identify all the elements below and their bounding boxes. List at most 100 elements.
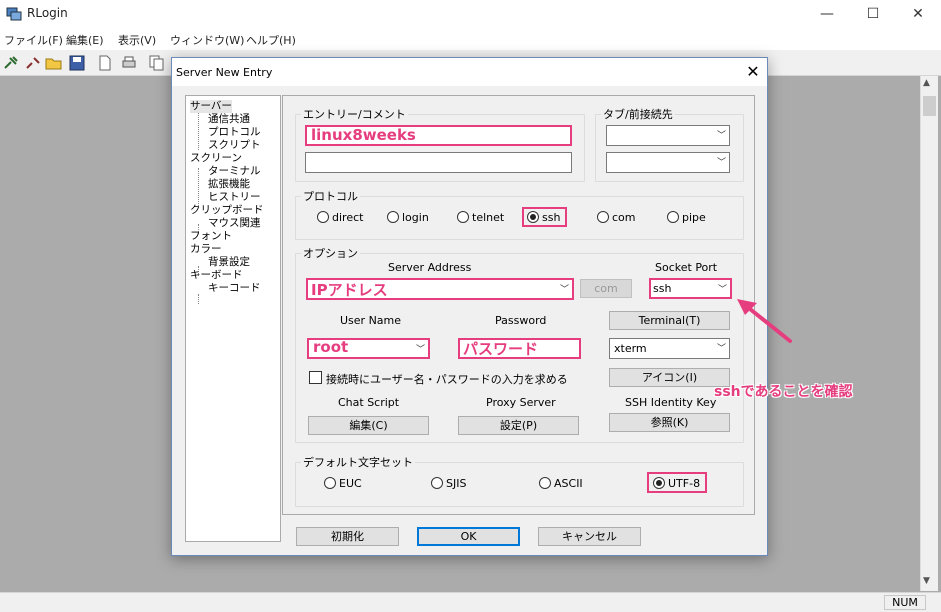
protocol-radio-pipe[interactable]: pipe <box>667 211 706 224</box>
charset-radio-euc[interactable]: EUC <box>324 477 362 490</box>
server-address-combo[interactable]: IPアドレス ﹀ <box>306 278 574 300</box>
tree-item-keycode[interactable]: キーコード <box>190 282 264 295</box>
entry-comment-input[interactable] <box>305 152 572 173</box>
tree-item-mouse[interactable]: マウス関連 <box>190 217 264 230</box>
rlogin-app-icon <box>6 6 22 22</box>
menu-view[interactable]: 表示(V) <box>118 32 156 48</box>
server-settings-panel: エントリー/コメント linux8weeks タブ/前接続先 ﹀ ﹀ プロトコル… <box>282 95 755 515</box>
protocol-radio-ssh[interactable]: ssh <box>522 207 567 227</box>
prompt-credentials-label: 接続時にユーザー名・パスワードの入力を求める <box>326 373 568 386</box>
status-num-indicator: NUM <box>884 595 926 610</box>
disconnect-icon[interactable] <box>24 54 42 72</box>
charset-group-label: デフォルト文字セット <box>301 454 415 470</box>
radio-label: ASCII <box>554 477 583 490</box>
copy-icon[interactable] <box>148 54 166 72</box>
dialog-close-button[interactable]: ✕ <box>742 62 764 82</box>
charset-radio-utf8[interactable]: UTF-8 <box>647 472 707 493</box>
terminal-button[interactable]: Terminal(T) <box>609 311 730 330</box>
terminal-type-value: xterm <box>614 342 647 355</box>
terminal-type-combo[interactable]: xterm ﹀ <box>609 338 730 359</box>
radio-label: com <box>612 211 636 224</box>
com-button[interactable]: com <box>580 279 632 298</box>
entry-group-label: エントリー/コメント <box>301 106 408 122</box>
open-folder-icon[interactable] <box>45 54 63 72</box>
statusbar <box>0 592 941 612</box>
init-button[interactable]: 初期化 <box>296 527 399 546</box>
chevron-down-icon: ﹀ <box>717 285 727 295</box>
tree-item-clipboard[interactable]: クリップボード <box>190 204 264 217</box>
chat-script-edit-button[interactable]: 編集(C) <box>308 416 429 435</box>
chevron-down-icon: ﹀ <box>559 285 569 295</box>
scroll-down-icon[interactable]: ▼ <box>923 576 930 586</box>
tree-item-keyboard[interactable]: キーボード <box>190 269 264 282</box>
tree-item-protocol[interactable]: プロトコル <box>190 126 264 139</box>
icon-button[interactable]: アイコン(I) <box>609 368 730 387</box>
tree-item-comm[interactable]: 通信共通 <box>190 113 264 126</box>
tree-connector <box>198 294 199 304</box>
radio-selected-icon <box>653 477 665 489</box>
radio-label: login <box>402 211 429 224</box>
main-titlebar <box>0 0 941 28</box>
prompt-credentials-checkbox[interactable] <box>309 371 322 384</box>
ok-button[interactable]: OK <box>417 527 520 546</box>
menu-window[interactable]: ウィンドウ(W) <box>170 32 244 48</box>
tree-item-color[interactable]: カラー <box>190 243 264 256</box>
radio-label: SJIS <box>446 477 467 490</box>
protocol-radio-telnet[interactable]: telnet <box>457 211 504 224</box>
radio-circle-icon <box>597 211 609 223</box>
new-file-icon[interactable] <box>96 54 114 72</box>
tab-group-label: タブ/前接続先 <box>601 106 675 122</box>
radio-selected-icon <box>527 211 539 223</box>
charset-radio-sjis[interactable]: SJIS <box>431 477 466 490</box>
close-button[interactable]: ✕ <box>895 2 941 26</box>
tab-combo-1[interactable]: ﹀ <box>606 125 730 146</box>
tree-item-screen[interactable]: スクリーン <box>190 152 264 165</box>
chat-script-label: Chat Script <box>338 396 400 409</box>
protocol-radio-com[interactable]: com <box>597 211 636 224</box>
entry-name-value: linux8weeks <box>311 126 416 144</box>
tree-item-server[interactable]: サーバー <box>190 100 232 113</box>
protocol-radio-login[interactable]: login <box>387 211 429 224</box>
protocol-group-label: プロトコル <box>301 188 360 204</box>
tree-item-script[interactable]: スクリプト <box>190 139 264 152</box>
chevron-down-icon: ﹀ <box>716 131 726 141</box>
scroll-thumb[interactable] <box>923 96 936 116</box>
tab-combo-2[interactable]: ﹀ <box>606 152 730 173</box>
scroll-up-icon[interactable]: ▲ <box>923 78 930 88</box>
dialog-title: Server New Entry <box>176 66 273 79</box>
radio-label: pipe <box>682 211 706 224</box>
tree-item-font[interactable]: フォント <box>190 230 264 243</box>
socket-port-combo[interactable]: ssh ﹀ <box>649 278 732 299</box>
ssh-key-browse-button[interactable]: 参照(K) <box>609 413 730 432</box>
maximize-button[interactable]: ☐ <box>850 2 896 26</box>
server-new-entry-dialog: Server New Entry ✕ サーバー 通信共通 プロトコル スクリプト… <box>171 57 768 556</box>
socket-port-value: ssh <box>653 282 672 295</box>
password-input[interactable]: パスワード <box>458 338 581 359</box>
save-icon[interactable] <box>68 54 86 72</box>
tree-item-history[interactable]: ヒストリー <box>190 191 264 204</box>
user-name-value: root <box>313 338 349 356</box>
proxy-settings-button[interactable]: 設定(P) <box>458 416 579 435</box>
user-name-combo[interactable]: root ﹀ <box>307 338 430 359</box>
menu-file[interactable]: ファイル(F) <box>4 32 63 48</box>
protocol-radio-direct[interactable]: direct <box>317 211 363 224</box>
server-address-value: IPアドレス <box>311 281 388 299</box>
annotation-arrow-icon <box>737 299 792 343</box>
radio-circle-icon <box>431 477 443 489</box>
print-icon[interactable] <box>120 54 138 72</box>
entry-name-input[interactable]: linux8weeks <box>305 125 572 146</box>
connect-icon[interactable] <box>2 54 20 72</box>
radio-circle-icon <box>317 211 329 223</box>
radio-label: telnet <box>472 211 505 224</box>
charset-radio-ascii[interactable]: ASCII <box>539 477 583 490</box>
minimize-button[interactable]: — <box>804 2 850 26</box>
annotation-text: sshであることを確認 <box>714 384 853 400</box>
tree-item-terminal[interactable]: ターミナル <box>190 165 264 178</box>
tree-item-extension[interactable]: 拡張機能 <box>190 178 264 191</box>
menu-help[interactable]: ヘルプ(H) <box>246 32 296 48</box>
vertical-scrollbar[interactable]: ▲ ▼ <box>920 76 938 591</box>
cancel-button[interactable]: キャンセル <box>538 527 641 546</box>
settings-tree[interactable]: サーバー 通信共通 プロトコル スクリプト スクリーン ターミナル 拡張機能 ヒ… <box>185 95 281 542</box>
tree-item-background[interactable]: 背景設定 <box>190 256 264 269</box>
menu-edit[interactable]: 編集(E) <box>66 32 104 48</box>
